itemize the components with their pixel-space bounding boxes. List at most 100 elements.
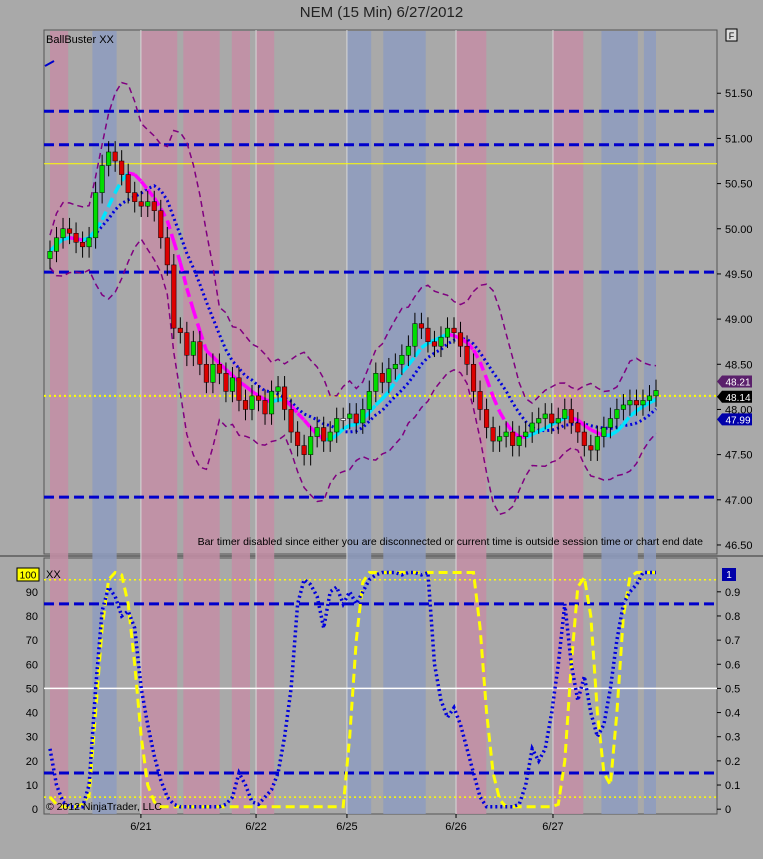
candle-body <box>484 409 490 428</box>
candle-body <box>594 436 600 451</box>
candle-body <box>314 427 320 437</box>
time-tick-label: 6/22 <box>245 821 266 833</box>
price-tick-label: 51.00 <box>725 133 753 145</box>
candle-body <box>503 431 509 437</box>
osc-left-tick-label: 10 <box>26 780 38 792</box>
scale-badge-label: 100 <box>20 571 37 582</box>
osc-right-tick-label: 0.3 <box>725 732 740 744</box>
f-button-label: F <box>729 31 735 41</box>
chart-canvas[interactable]: 51.5051.0050.5050.0049.5049.0048.5048.00… <box>0 0 763 859</box>
candle-body <box>190 341 196 356</box>
candle-body <box>555 418 561 424</box>
ma-colored-segment <box>349 422 357 427</box>
osc-right-tick-label: 0 <box>725 804 731 816</box>
price-tick-label: 50.50 <box>725 179 753 191</box>
ma-colored-segment <box>491 395 502 413</box>
candle-body <box>431 341 437 347</box>
price-tag-label: 47.99 <box>725 415 750 426</box>
time-tick-label: 6/25 <box>336 821 357 833</box>
candle-body <box>646 395 653 401</box>
candle-body <box>288 409 294 433</box>
candle-body <box>327 431 333 442</box>
candle-body <box>653 390 659 397</box>
price-tick-label: 47.50 <box>725 450 753 462</box>
candle-body <box>216 364 222 374</box>
candle-body <box>588 445 594 451</box>
candle-body <box>405 345 411 356</box>
candle-body <box>164 237 170 266</box>
candle-body <box>210 364 216 383</box>
candle-body <box>542 413 548 419</box>
candle-body <box>575 422 581 433</box>
candle-body <box>295 431 301 446</box>
osc-left-tick-label: 20 <box>26 756 38 768</box>
osc-right-tick-label: 0.9 <box>725 587 740 599</box>
ma-colored-segment <box>590 428 599 435</box>
candle-body <box>255 395 262 401</box>
candle-body <box>529 422 535 433</box>
candle-body <box>119 160 125 175</box>
ma-colored-segment <box>296 411 306 422</box>
time-tick-label: 6/21 <box>130 821 151 833</box>
price-tick-label: 46.50 <box>725 540 753 552</box>
ma-colored-segment <box>133 173 143 183</box>
session-band <box>601 31 638 814</box>
candle-body <box>236 377 242 401</box>
candle-body <box>73 233 79 243</box>
price-tick-label: 51.50 <box>725 88 753 100</box>
osc-left-tick-label: 0 <box>32 804 38 816</box>
osc-right-tick-label: 0.4 <box>725 708 740 720</box>
osc-right-tick-label: 0.5 <box>725 683 740 695</box>
price-tick-label: 49.50 <box>725 269 753 281</box>
osc-left-tick-label: 70 <box>26 635 38 647</box>
candle-body <box>177 327 183 333</box>
ma-colored-segment <box>504 421 515 434</box>
candle-body <box>158 210 164 239</box>
candle-body <box>262 400 268 415</box>
candle-body <box>112 151 118 162</box>
candle-body <box>93 192 99 239</box>
session-band <box>231 31 250 814</box>
candle-body <box>418 323 424 329</box>
candle-body <box>373 373 379 392</box>
time-tick-label: 6/26 <box>445 821 466 833</box>
candle-body <box>497 436 503 442</box>
candle-body <box>412 323 418 347</box>
candle-body <box>353 413 359 424</box>
candle-body <box>184 332 190 356</box>
candle-body <box>640 400 646 406</box>
candle-body <box>510 431 516 446</box>
price-axis: 51.5051.0050.5050.0049.5049.0048.5048.00… <box>717 88 753 552</box>
candle-body <box>399 354 405 365</box>
ma-colored-segment <box>484 377 495 398</box>
candle-body <box>334 418 340 433</box>
osc-left-tick-label: 50 <box>26 683 38 695</box>
candle-body <box>633 400 639 406</box>
time-tick-label: 6/27 <box>542 821 563 833</box>
candle-body <box>392 364 398 370</box>
osc-name: XX <box>46 569 61 581</box>
osc-left-tick-label: 80 <box>26 611 38 623</box>
candle-body <box>477 391 483 410</box>
candle-body <box>125 174 131 193</box>
candle-body <box>627 400 633 406</box>
candle-body <box>451 327 457 333</box>
chart-window: NEM (15 Min) 6/27/2012 51.50 51.00 50.50 50… <box>0 0 763 859</box>
price-tick-label: 50.00 <box>725 224 753 236</box>
candle-body <box>523 431 529 437</box>
session-band <box>643 31 656 814</box>
session-band <box>456 31 487 814</box>
candle-body <box>229 377 235 392</box>
ma-colored-segment <box>583 423 592 432</box>
candle-body <box>203 364 209 383</box>
candle-body <box>99 165 105 193</box>
candle-body <box>242 400 249 410</box>
osc-right-tick-label: 0.1 <box>725 780 740 792</box>
candle-body <box>308 436 314 455</box>
price-tag-label: 48.14 <box>725 393 750 404</box>
candle-body <box>86 237 92 248</box>
candle-body <box>67 228 73 234</box>
candle-body <box>223 373 229 392</box>
candle-body <box>321 427 327 442</box>
candle-body <box>151 201 157 211</box>
